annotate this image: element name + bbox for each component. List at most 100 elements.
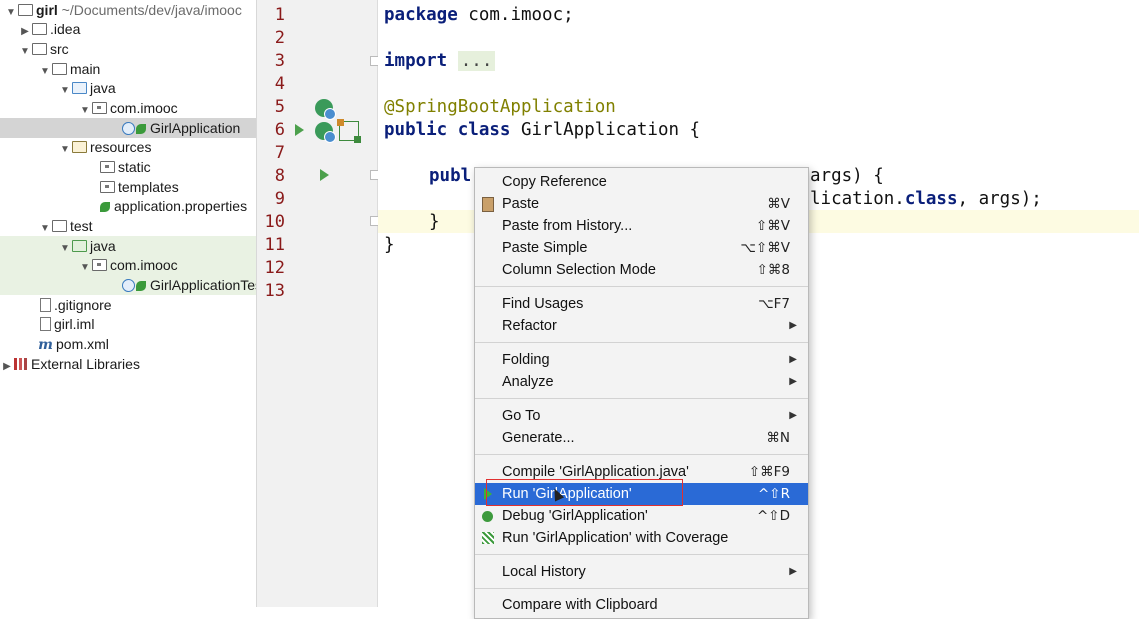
chevron-down-icon[interactable]: ▼ [58,140,72,160]
menu-item-paste-from-history[interactable]: Paste from History... ⇧⌘V [475,215,808,237]
run-gutter-icon[interactable] [295,124,304,136]
spring-class-icon[interactable] [315,122,336,143]
folder-icon [100,181,115,193]
folded-imports[interactable]: ... [457,51,496,71]
tree-item-label: GirlApplicationTests [150,277,256,293]
chevron-down-icon[interactable]: ▼ [58,81,72,101]
menu-item-paste[interactable]: Paste ⌘V [475,193,808,215]
menu-item-copy-reference[interactable]: Copy Reference [475,171,808,193]
tree-item-label: .idea [50,21,81,37]
spring-leaf-icon [100,202,110,212]
menu-item-generate[interactable]: Generate... ⌘N [475,427,808,449]
package-icon [92,259,107,271]
menu-item-local-history[interactable]: Local History ▶ [475,561,808,583]
code-line-11: } [429,212,440,232]
tree-item-label: resources [90,139,152,155]
menu-item-refactor[interactable]: Refactor ▶ [475,315,808,337]
menu-item-run-with-coverage[interactable]: Run 'GirlApplication' with Coverage [475,527,808,549]
folder-icon [18,4,33,16]
chevron-down-icon[interactable]: ▼ [18,42,32,62]
test-class-icon [122,279,135,292]
bean-icon[interactable] [337,119,361,143]
line-number: 7 [274,143,285,163]
tree-item-application-properties[interactable]: application.properties [100,196,247,216]
tree-item-label: test [70,218,93,234]
maven-icon: m [38,337,53,353]
menu-separator [475,454,808,455]
tree-item-label: External Libraries [31,356,140,372]
tree-item-test-package[interactable]: ▼ com.imooc [0,255,256,275]
context-menu: Copy Reference Paste ⌘V Paste from Histor… [474,167,809,619]
tree-item-label: GirlApplication [150,120,241,136]
spring-class-icon [122,122,135,135]
test-folder-icon [72,240,87,252]
menu-item-compare-with-clipboard[interactable]: Compare with Clipboard [475,594,808,616]
menu-item-folding[interactable]: Folding ▶ [475,349,808,371]
folder-icon [32,23,47,35]
code-line-12: } [384,235,395,255]
tree-item-static[interactable]: static [100,157,151,177]
package-icon [92,102,107,114]
tree-item-package[interactable]: ▼ com.imooc [78,98,178,118]
tree-item-java[interactable]: ▼ java [58,78,116,98]
tree-item-label: com.imooc [110,100,178,116]
tree-item-test[interactable]: ▼ test [38,216,93,236]
paste-icon [482,197,494,212]
tree-item-src[interactable]: ▼ src [18,39,69,59]
tree-item-label: com.imooc [110,257,178,273]
code-text: lication. [810,189,905,209]
line-number: 11 [264,235,285,255]
menu-item-paste-simple[interactable]: Paste Simple ⌥⇧⌘V [475,237,808,259]
line-number: 5 [274,97,285,117]
code-keyword: import [384,51,448,71]
spring-class-icon[interactable] [315,99,336,120]
submenu-arrow-icon: ▶ [789,354,797,365]
line-number: 1 [274,5,285,25]
coverage-icon [482,532,494,544]
code-keyword: class [904,189,958,209]
resources-folder-icon [72,141,87,153]
code-line-6: @SpringBootApplication [384,97,616,117]
editor-gutter: 1 2 3 4 5 6 7 8 9 10 11 12 13 [257,0,380,607]
tree-item-main[interactable]: ▼ main [38,59,100,79]
tree-item-external-libraries[interactable]: ▶ External Libraries [0,354,140,374]
menu-item-analyze[interactable]: Analyze ▶ [475,371,808,393]
code-keyword: public class [384,120,511,140]
chevron-down-icon[interactable]: ▼ [4,3,18,23]
menu-item-debug[interactable]: Debug 'GirlApplication' ^⇧D [475,505,808,527]
debug-icon [482,511,493,522]
tree-item-label: java [90,238,116,254]
line-number: 9 [274,189,285,209]
tree-item-label: application.properties [114,198,248,214]
chevron-right-icon[interactable]: ▶ [0,357,14,377]
line-number: 10 [264,212,285,232]
tree-item-label: templates [118,179,179,195]
line-number: 3 [274,51,285,71]
code-line-9: publ [429,165,471,188]
line-number: 6 [274,120,285,140]
tree-item-idea[interactable]: ▶ .idea [18,19,80,39]
tree-item-pom-xml[interactable]: m pom.xml [38,334,109,354]
tree-item-girlapplicationtests[interactable]: GirlApplicationTests [0,275,256,295]
tree-item-test-java[interactable]: ▼ java [0,236,256,256]
folder-icon [100,161,115,173]
tree-item-girlapplication[interactable]: GirlApplication [0,118,256,138]
menu-separator [475,342,808,343]
tree-item-templates[interactable]: templates [100,177,179,197]
run-gutter-icon[interactable] [320,169,329,181]
tree-item-label: java [90,80,116,96]
menu-item-find-usages[interactable]: Find Usages ⌥F7 [475,293,808,315]
code-line-9-tail: args) { [810,166,884,186]
tree-item-girl-iml[interactable]: girl.iml [40,314,94,334]
code-line-3: import ... [384,50,496,73]
menu-item-go-to[interactable]: Go To ▶ [475,405,808,427]
tree-item-resources[interactable]: ▼ resources [58,137,151,157]
tree-item-gitignore[interactable]: .gitignore [40,295,112,315]
chevron-down-icon[interactable]: ▼ [38,62,52,82]
highlight-annotation-box [486,479,683,506]
menu-separator [475,554,808,555]
tree-item-root[interactable]: ▼ girl ~/Documents/dev/java/imooc [4,0,242,20]
tree-item-label: .gitignore [54,297,112,313]
line-number: 8 [274,166,285,186]
menu-item-column-selection-mode[interactable]: Column Selection Mode ⇧⌘8 [475,259,808,281]
